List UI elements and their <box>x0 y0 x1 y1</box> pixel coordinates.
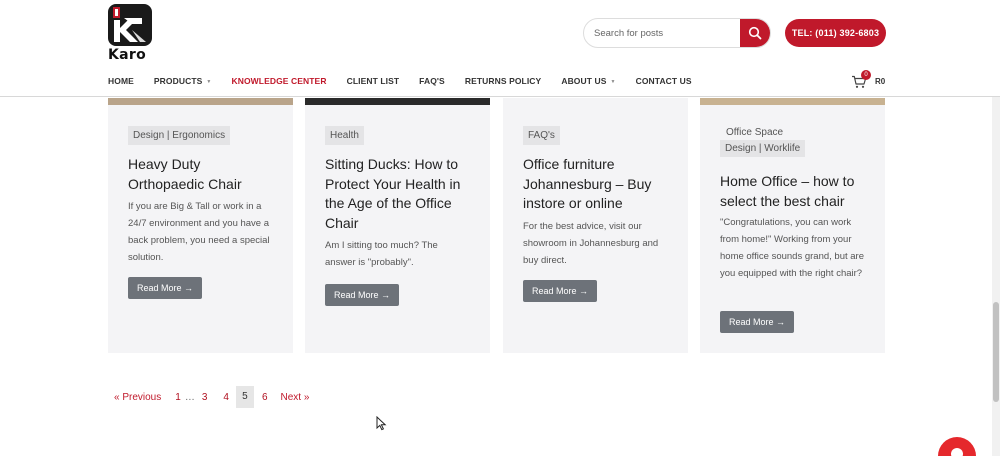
telephone-button[interactable]: TEL: (011) 392-6803 <box>785 19 886 47</box>
read-more-button[interactable]: Read More → <box>720 311 795 333</box>
main-nav: HOME PRODUCTS ▼ KNOWLEDGE CENTER CLIENT L… <box>108 76 712 86</box>
nav-item-faqs[interactable]: FAQ'S <box>419 76 445 86</box>
next-page-link[interactable]: Next » <box>281 392 310 403</box>
post-title[interactable]: Office furniture Johannesburg – Buy inst… <box>523 155 668 214</box>
post-thumbnail <box>108 98 293 105</box>
chevron-down-icon: ▼ <box>610 79 616 85</box>
post-thumbnail <box>305 98 490 105</box>
post-card: Health Sitting Ducks: How to Protect You… <box>305 98 490 353</box>
page-ellipsis: … <box>184 391 195 403</box>
nav-item-contact-us[interactable]: CONTACT US <box>636 76 692 86</box>
search-button[interactable] <box>740 19 770 47</box>
post-title[interactable]: Heavy Duty Orthopaedic Chair <box>128 155 278 194</box>
logo-mark-icon <box>108 4 152 46</box>
nav-item-products[interactable]: PRODUCTS ▼ <box>154 76 212 86</box>
post-category-line: Office Space <box>720 125 806 140</box>
nav-item-returns-policy[interactable]: RETURNS POLICY <box>465 76 542 86</box>
nav-item-about-us[interactable]: ABOUT US ▼ <box>561 76 615 86</box>
nav-item-label: ABOUT US <box>561 76 607 86</box>
nav-item-client-list[interactable]: CLIENT LIST <box>347 76 400 86</box>
post-excerpt: If you are Big & Tall or work in a 24/7 … <box>128 201 270 263</box>
previous-page-link[interactable]: « Previous <box>114 392 161 403</box>
logo-text: Karo <box>108 47 147 63</box>
chat-widget-button[interactable] <box>938 437 976 456</box>
post-thumbnail <box>700 98 885 105</box>
page-link-3[interactable]: 3 <box>202 392 208 403</box>
post-thumbnail <box>503 98 688 105</box>
cart-count-badge: 0 <box>861 70 871 80</box>
pagination: « Previous 1 … 3 4 5 6 Next » <box>114 386 309 408</box>
post-excerpt: "Congratulations, you can work from home… <box>720 217 865 279</box>
chat-icon <box>951 448 963 456</box>
page-link-6[interactable]: 6 <box>262 392 268 403</box>
cart-button[interactable]: 0 R0 <box>851 70 891 89</box>
post-excerpt: Am I sitting too much? The answer is "pr… <box>325 240 438 268</box>
scrollbar-thumb[interactable] <box>993 302 999 402</box>
page-link-4[interactable]: 4 <box>223 392 229 403</box>
post-title[interactable]: Home Office – how to select the best cha… <box>720 172 870 211</box>
current-page: 5 <box>235 386 254 408</box>
post-category-tag[interactable]: Office Space Design | Worklife <box>720 125 806 157</box>
chevron-down-icon: ▼ <box>206 79 212 85</box>
nav-item-label: PRODUCTS <box>153 76 203 86</box>
read-more-button[interactable]: Read More → <box>325 284 400 306</box>
search-box <box>583 18 771 48</box>
nav-item-home[interactable]: HOME <box>108 76 134 86</box>
site-header: Karo TEL: (011) 392-6803 HOME PRODUCTS▼ … <box>0 0 1000 97</box>
search-input[interactable] <box>584 19 734 47</box>
post-category-tag[interactable]: Health <box>325 126 364 145</box>
post-title[interactable]: Sitting Ducks: How to Protect Your Healt… <box>325 155 475 233</box>
post-card: Office Space Design | Worklife Home Offi… <box>700 98 885 353</box>
post-category-tag[interactable]: Design | Ergonomics <box>128 126 231 145</box>
post-excerpt: For the best advice, visit our showroom … <box>523 221 659 266</box>
mouse-cursor-icon <box>376 416 387 431</box>
search-icon <box>748 26 762 40</box>
read-more-button[interactable]: Read More → <box>128 277 203 299</box>
post-card: FAQ's Office furniture Johannesburg – Bu… <box>503 98 688 353</box>
read-more-button[interactable]: Read More → <box>523 280 598 302</box>
nav-item-knowledge-center[interactable]: KNOWLEDGE CENTER <box>231 76 326 86</box>
karo-logo[interactable]: Karo <box>108 4 154 63</box>
post-category-tag[interactable]: FAQ's <box>523 126 560 145</box>
post-category-line: Design | Worklife <box>725 143 801 154</box>
cart-total: R0 <box>875 77 886 86</box>
page-link-1[interactable]: 1 <box>175 392 181 403</box>
post-card: Design | Ergonomics Heavy Duty Orthopaed… <box>108 98 293 353</box>
